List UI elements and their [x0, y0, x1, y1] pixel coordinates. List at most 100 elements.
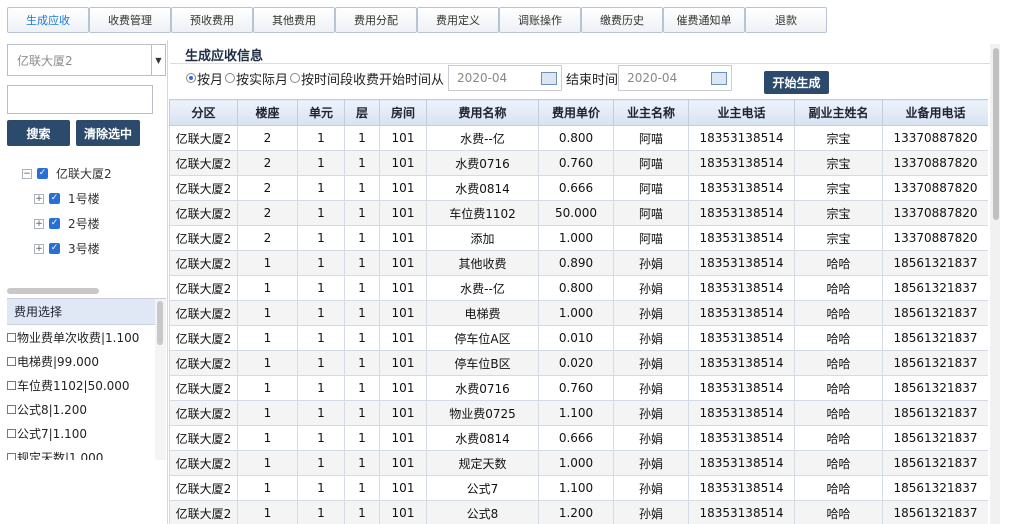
table-row[interactable]: 亿联大厦2 1 1 1 101 水费--亿 0.800 孙娟 18353138514 哈哈 1856… — [169, 275, 988, 301]
table-cell: 哈哈 — [794, 350, 883, 376]
clear-selection-button[interactable]: 清除选中 — [76, 120, 140, 146]
checkbox-icon[interactable] — [7, 380, 16, 390]
fee-scrollbar-thumb[interactable] — [157, 301, 163, 345]
fee-item[interactable]: 规定天数|1.000 — [7, 445, 166, 460]
column-header[interactable]: 楼座 — [237, 99, 298, 126]
checkbox-icon[interactable] — [7, 356, 16, 366]
collapse-icon[interactable]: − — [22, 168, 32, 179]
expand-icon[interactable]: + — [34, 193, 44, 204]
tab-generate-receivable[interactable]: 生成应收 — [7, 7, 89, 33]
tab-refund[interactable]: 退款 — [745, 7, 827, 33]
tree-node-root[interactable]: − ✓ 亿联大厦2 — [22, 161, 112, 186]
table-cell: 亿联大厦2 — [169, 300, 238, 326]
fee-item[interactable]: 公式7|1.100 — [7, 421, 166, 445]
column-header[interactable]: 房间 — [379, 99, 427, 126]
radio-icon[interactable] — [225, 73, 236, 83]
search-button[interactable]: 搜索 — [7, 120, 70, 146]
table-cell: 其他收费 — [426, 250, 539, 276]
table-cell: 水费0716 — [426, 150, 539, 176]
chevron-down-icon[interactable]: ▼ — [151, 45, 165, 75]
checkbox-checked-icon[interactable]: ✓ — [49, 193, 60, 204]
table-header-row: 分区 楼座 单元层房间 费用名称 费用单价 业主名称 业主电话 副业主姓名 业备用电话 — [169, 99, 988, 126]
table-row[interactable]: 亿联大厦2 1 1 1 101 物业费0725 1.100 孙娟 18353138514 哈哈 18… — [169, 400, 988, 426]
checkbox-icon[interactable] — [7, 332, 16, 342]
tab-prepaid-fees[interactable]: 预收费用 — [171, 7, 253, 33]
tab-adjustment[interactable]: 调账操作 — [499, 7, 581, 33]
table-row[interactable]: 亿联大厦2 2 1 1 101 水费0814 0.666 阿喵 18353138514 宗宝 133… — [169, 175, 988, 201]
table-cell: 宗宝 — [794, 175, 883, 201]
tree-node-building-2[interactable]: + ✓ 2号楼 — [22, 211, 112, 236]
radio-icon[interactable] — [290, 73, 301, 83]
column-header[interactable]: 业备用电话 — [882, 99, 988, 126]
column-header[interactable]: 费用名称 — [426, 99, 539, 126]
table-cell: 1 — [297, 325, 345, 351]
table-cell: 0.800 — [538, 275, 614, 301]
radio-selected-icon[interactable] — [186, 73, 196, 83]
table-row[interactable]: 亿联大厦2 1 1 1 101 停车位A区 0.010 孙娟 18353138514 哈哈 1856… — [169, 325, 988, 351]
table-cell: 孙娟 — [613, 350, 689, 376]
column-header[interactable]: 单元 — [297, 99, 345, 126]
checkbox-checked-icon[interactable]: ✓ — [37, 168, 48, 179]
column-header[interactable]: 费用单价 — [538, 99, 614, 126]
table-row[interactable]: 亿联大厦2 2 1 1 101 车位费1102 50.000 阿喵 18353138514 宗宝 1… — [169, 200, 988, 226]
fee-item[interactable]: 电梯费|99.000 — [7, 349, 166, 373]
tab-reminder-notice[interactable]: 催费通知单 — [663, 7, 745, 33]
calendar-icon[interactable] — [711, 72, 728, 85]
table-row[interactable]: 亿联大厦2 1 1 1 101 水费0716 0.760 孙娟 18353138514 哈哈 185… — [169, 375, 988, 401]
table-row[interactable]: 亿联大厦2 2 1 1 101 水费--亿 0.800 阿喵 18353138514 宗宝 1337… — [169, 125, 988, 151]
fee-item[interactable]: 物业费单次收费|1.100 — [7, 325, 166, 349]
column-header[interactable]: 副业主姓名 — [794, 99, 883, 126]
start-generate-button[interactable]: 开始生成 — [764, 71, 829, 94]
expand-icon[interactable]: + — [34, 243, 44, 254]
tab-fee-management[interactable]: 收费管理 — [89, 7, 171, 33]
main-scrollbar-thumb[interactable] — [993, 48, 999, 220]
checkbox-checked-icon[interactable]: ✓ — [49, 218, 60, 229]
checkbox-icon[interactable] — [7, 452, 16, 460]
start-date-input[interactable]: 2020-04 — [448, 65, 563, 91]
receivable-table-container: 分区 楼座 单元层房间 费用名称 费用单价 业主名称 业主电话 副业主姓名 业备用电话 亿联大厦… — [169, 99, 988, 524]
tab-other-fees[interactable]: 其他费用 — [253, 7, 335, 33]
table-row[interactable]: 亿联大厦2 2 1 1 101 添加 1.000 阿喵 18353138514 宗宝 1337088… — [169, 225, 988, 251]
table-row[interactable]: 亿联大厦2 1 1 1 101 水费0814 0.666 孙娟 18353138514 哈哈 185… — [169, 425, 988, 451]
fee-item[interactable]: 公式8|1.200 — [7, 397, 166, 421]
table-row[interactable]: 亿联大厦2 1 1 1 101 公式7 1.100 孙娟 18353138514 哈哈 185613… — [169, 475, 988, 501]
expand-icon[interactable]: + — [34, 218, 44, 229]
search-input[interactable] — [7, 85, 153, 114]
tab-payment-history[interactable]: 缴费历史 — [581, 7, 663, 33]
table-row[interactable]: 亿联大厦2 1 1 1 101 其他收费 0.890 孙娟 18353138514 哈哈 18561… — [169, 250, 988, 276]
table-cell: 2 — [237, 175, 298, 201]
table-cell: 1.100 — [538, 400, 614, 426]
option-by-period[interactable]: 按时间段收费开始时间从 — [290, 69, 444, 88]
table-row[interactable]: 亿联大厦2 2 1 1 101 水费0716 0.760 阿喵 18353138514 宗宝 133… — [169, 150, 988, 176]
option-by-actual-month[interactable]: 按实际月 — [225, 69, 288, 88]
column-header[interactable]: 业主名称 — [613, 99, 689, 126]
table-row[interactable]: 亿联大厦2 1 1 1 101 公式8 1.200 孙娟 18353138514 哈哈 185613… — [169, 500, 988, 524]
table-cell: 13370887820 — [882, 175, 988, 201]
option-by-month[interactable]: 按月 — [186, 69, 223, 88]
table-cell: 2 — [237, 150, 298, 176]
column-header[interactable]: 业主电话 — [688, 99, 795, 126]
tree-node-building-3[interactable]: + ✓ 3号楼 — [22, 236, 112, 261]
table-cell: 1 — [344, 350, 380, 376]
checkbox-icon[interactable] — [7, 404, 16, 414]
table-row[interactable]: 亿联大厦2 1 1 1 101 规定天数 1.000 孙娟 18353138514 哈哈 18561… — [169, 450, 988, 476]
table-cell: 孙娟 — [613, 275, 689, 301]
column-header[interactable]: 层 — [344, 99, 380, 126]
building-select[interactable]: 亿联大厦2 ▼ — [7, 44, 166, 76]
tree-horizontal-scrollbar[interactable] — [7, 288, 99, 294]
column-header[interactable]: 分区 — [169, 99, 238, 126]
tree-node-building-1[interactable]: + ✓ 1号楼 — [22, 186, 112, 211]
tab-fee-allocation[interactable]: 费用分配 — [335, 7, 417, 33]
end-date-input[interactable]: 2020-04 — [618, 65, 733, 91]
checkbox-checked-icon[interactable]: ✓ — [49, 243, 60, 254]
tab-fee-definition[interactable]: 费用定义 — [417, 7, 499, 33]
checkbox-icon[interactable] — [7, 428, 16, 438]
calendar-icon[interactable] — [541, 72, 558, 85]
table-row[interactable]: 亿联大厦2 1 1 1 101 停车位B区 0.020 孙娟 18353138514 哈哈 1856… — [169, 350, 988, 376]
table-cell: 18353138514 — [688, 300, 795, 326]
page-title: 生成应收信息 — [185, 49, 264, 64]
fee-item[interactable]: 车位费1102|50.000 — [7, 373, 166, 397]
table-cell: 0.890 — [538, 250, 614, 276]
table-row[interactable]: 亿联大厦2 1 1 1 101 电梯费 1.000 孙娟 18353138514 哈哈 185613… — [169, 300, 988, 326]
table-cell: 0.010 — [538, 325, 614, 351]
